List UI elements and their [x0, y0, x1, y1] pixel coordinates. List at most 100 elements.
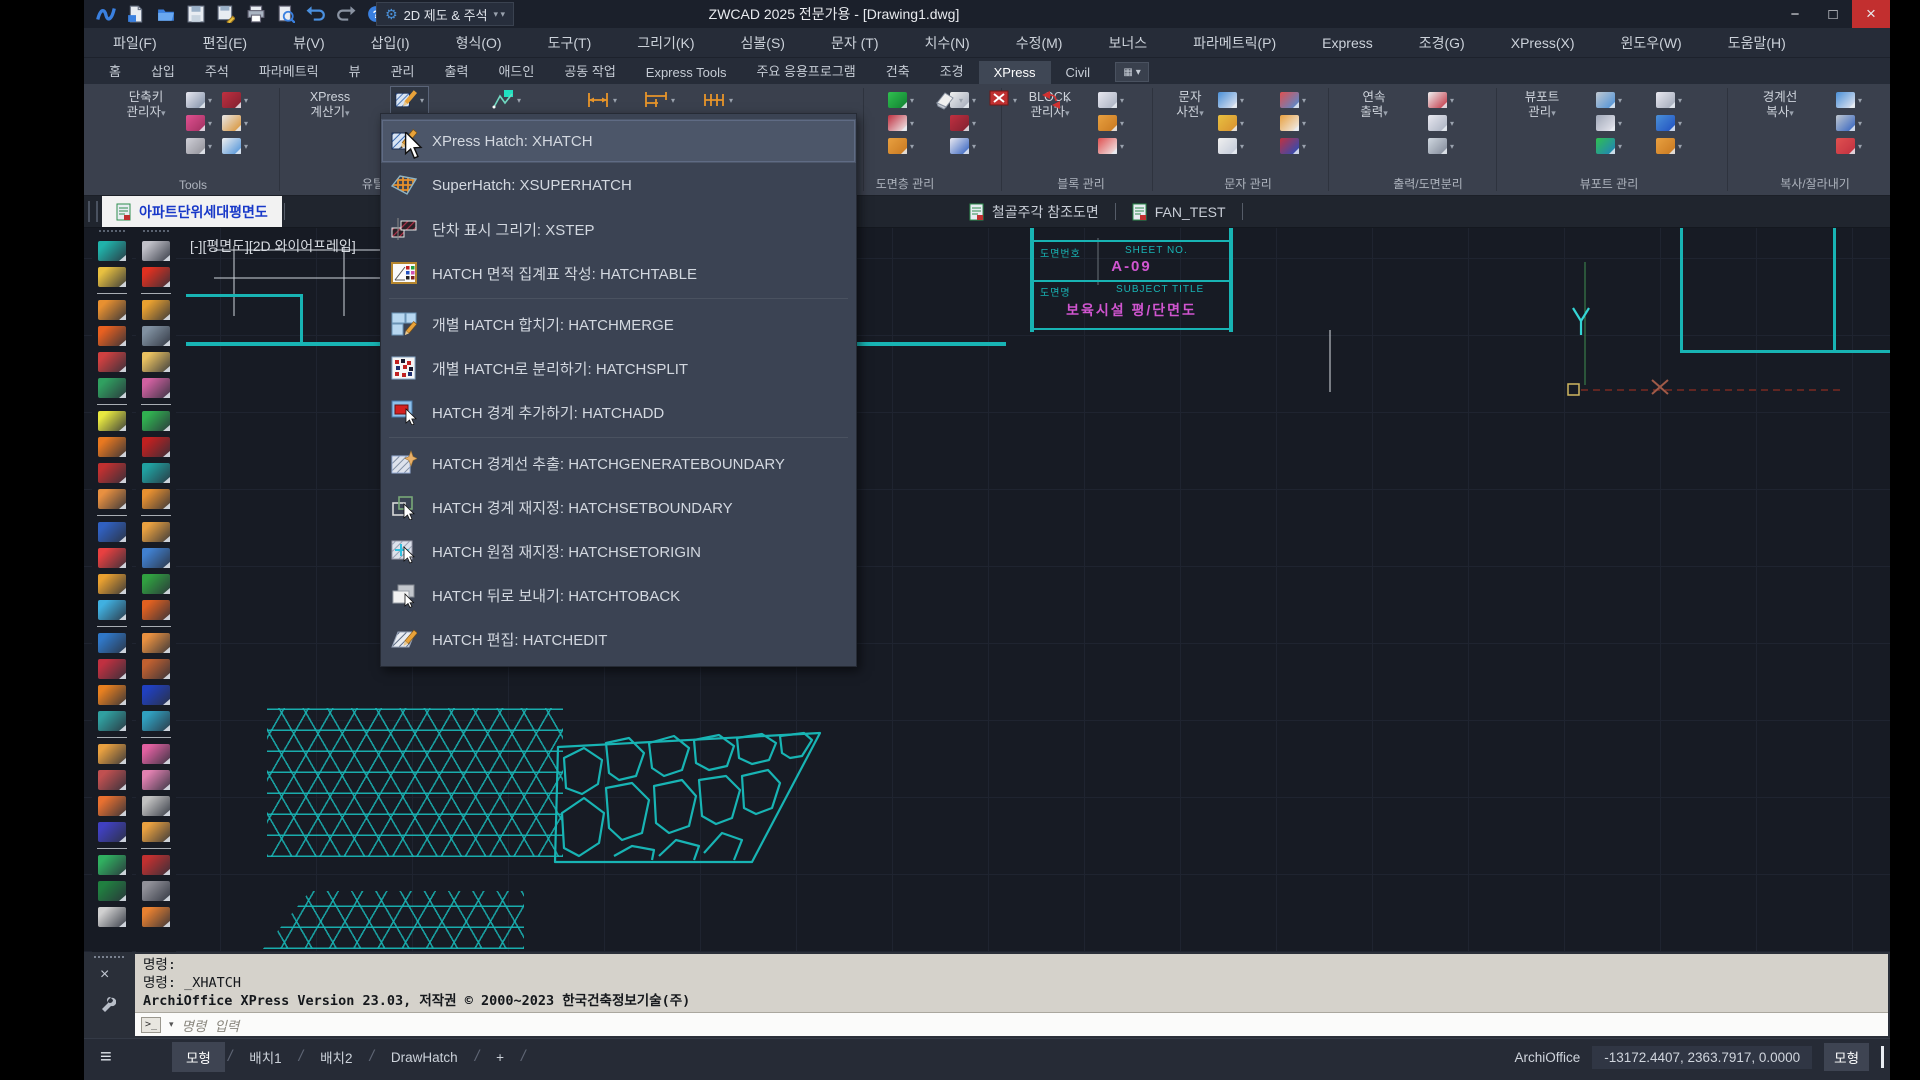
menu-뷰(V)[interactable]: 뷰(V)	[270, 28, 348, 58]
doc-tab[interactable]: 아파트단위세대평면도	[102, 196, 282, 227]
tool-icon[interactable]	[142, 744, 170, 764]
hotkey-manager-button[interactable]: 단축키 관리자▾	[108, 88, 184, 121]
ribbon-tool-button[interactable]: ▾	[888, 92, 914, 108]
ribbon-tab-공동 작업[interactable]: 공동 작업	[549, 57, 630, 84]
ribbon-tool-button[interactable]: ▾	[1098, 115, 1124, 131]
ribbon-tool-button[interactable]: ▾	[222, 138, 248, 154]
dim-linear-button[interactable]: ▾	[582, 86, 621, 114]
continuous-print-button[interactable]: 연속 출력▾	[1336, 88, 1412, 121]
ribbon-tool-button[interactable]: ▾	[1098, 138, 1124, 154]
tool-icon[interactable]	[142, 796, 170, 816]
dim-baseline-button[interactable]: ▾	[640, 86, 679, 114]
text-dictionary-button[interactable]: 문자 사전▾	[1152, 88, 1228, 121]
ribbon-tab-뷰[interactable]: 뷰	[334, 57, 376, 84]
print-icon[interactable]	[244, 2, 268, 26]
redo-icon[interactable]	[334, 2, 358, 26]
zwcad-logo[interactable]	[94, 2, 118, 26]
menu-문자 (T)[interactable]: 문자 (T)	[808, 28, 902, 58]
tool-icon[interactable]	[98, 548, 126, 568]
ribbon-tool-button[interactable]: ▾	[1218, 115, 1244, 131]
wrench-icon[interactable]	[98, 994, 116, 1012]
tool-icon[interactable]	[142, 855, 170, 875]
menu-윈도우(W)[interactable]: 윈도우(W)	[1598, 28, 1705, 58]
drawing-area[interactable]: [-][평면도][2D 와이어프레임] 도면번호 SHEET NO. A-09 …	[84, 228, 1890, 952]
menu-삽입(I)[interactable]: 삽입(I)	[348, 28, 433, 58]
tool-icon[interactable]	[98, 411, 126, 431]
tool-icon[interactable]	[98, 633, 126, 653]
tool-icon[interactable]	[142, 437, 170, 457]
tool-icon[interactable]	[142, 522, 170, 542]
ribbon-tool-button[interactable]: ▾	[1280, 115, 1306, 131]
tool-icon[interactable]	[98, 711, 126, 731]
ribbon-tool-button[interactable]: ▾	[1280, 92, 1306, 108]
ribbon-tool-button[interactable]: ▾	[222, 92, 248, 108]
menu-XPress(X)[interactable]: XPress(X)	[1488, 28, 1598, 58]
ribbon-tool-button[interactable]: ▾	[1428, 92, 1454, 108]
maximize-button[interactable]: □	[1814, 0, 1852, 28]
tool-icon[interactable]	[98, 489, 126, 509]
layout-tab-배치1[interactable]: 배치1	[235, 1042, 295, 1072]
menu-수정(M)[interactable]: 수정(M)	[993, 28, 1086, 58]
ribbon-tool-button[interactable]: ▾	[186, 115, 212, 131]
ribbon-tool-button[interactable]: ▾	[222, 115, 248, 131]
ribbon-tool-button[interactable]: ▾	[1596, 138, 1622, 154]
menu-심볼(S)[interactable]: 심볼(S)	[718, 28, 808, 58]
drag-handle-icon[interactable]	[94, 956, 124, 962]
ribbon-tab-관리[interactable]: 관리	[376, 57, 430, 84]
close-button[interactable]: ×	[1852, 0, 1890, 28]
ribbon-tool-button[interactable]: ▾	[1218, 92, 1244, 108]
tool-icon[interactable]	[142, 633, 170, 653]
ribbon-tool-button[interactable]: ▾	[1656, 138, 1682, 154]
ribbon-tab-Express Tools[interactable]: Express Tools	[631, 61, 742, 84]
ribbon-tool-button[interactable]: ▾	[1836, 138, 1862, 154]
ribbon-tool-button[interactable]: ▾	[1098, 92, 1124, 108]
tool-icon[interactable]	[98, 796, 126, 816]
ribbon-tool-button[interactable]: ▾	[186, 92, 212, 108]
tool-icon[interactable]	[98, 659, 126, 679]
save-as-icon[interactable]	[214, 2, 238, 26]
tool-icon[interactable]	[142, 267, 170, 287]
ribbon-tool-button[interactable]: ▾	[1596, 115, 1622, 131]
ribbon-tab-Civil[interactable]: Civil	[1051, 61, 1106, 84]
ribbon-options-button[interactable]: ▦▾	[1115, 62, 1149, 82]
menu-Express[interactable]: Express	[1299, 28, 1396, 58]
ribbon-tool-button[interactable]: ▾	[1428, 138, 1454, 154]
menu-item[interactable]: HATCH 뒤로 보내기: HATCHTOBACK	[381, 573, 856, 617]
tool-icon[interactable]	[142, 574, 170, 594]
tool-icon[interactable]	[142, 326, 170, 346]
tool-icon[interactable]	[98, 744, 126, 764]
red-arrows-button[interactable]: ▾	[1036, 86, 1073, 114]
workspace-selector[interactable]: ⚙ 2D 제도 & 주석 ▾ ▾	[376, 2, 514, 26]
tool-icon[interactable]	[142, 352, 170, 372]
tool-icon[interactable]	[98, 267, 126, 287]
tool-icon[interactable]	[142, 685, 170, 705]
tab-grip[interactable]	[88, 201, 98, 222]
ribbon-tool-button[interactable]: ▾	[1596, 92, 1622, 108]
tool-icon[interactable]	[142, 241, 170, 261]
layout-tab-모형[interactable]: 모형	[172, 1042, 225, 1072]
tool-icon[interactable]	[98, 522, 126, 542]
tool-icon[interactable]	[142, 770, 170, 790]
menu-도움말(H)[interactable]: 도움말(H)	[1705, 28, 1809, 58]
menu-item[interactable]: 개별 HATCH로 분리하기: HATCHSPLIT	[381, 346, 856, 390]
layout-tab-+[interactable]: +	[482, 1045, 518, 1070]
ribbon-tool-button[interactable]: ▾	[1428, 115, 1454, 131]
red-x-button[interactable]: ▾	[984, 86, 1021, 114]
menu-item[interactable]: XPress Hatch: XHATCH	[381, 119, 856, 163]
layout-tab-DrawHatch[interactable]: DrawHatch	[377, 1045, 472, 1070]
command-history[interactable]: 명령:명령: _XHATCHArchiOffice XPress Version…	[135, 954, 1888, 1012]
dim-continue-button[interactable]: ▾	[698, 86, 737, 114]
tool-icon[interactable]	[98, 770, 126, 790]
ribbon-tool-button[interactable]: ▾	[1836, 115, 1862, 131]
menu-item[interactable]: HATCH 원점 재지정: HATCHSETORIGIN	[381, 529, 856, 573]
tool-icon[interactable]	[98, 574, 126, 594]
tool-icon[interactable]	[142, 600, 170, 620]
menu-치수(N)[interactable]: 치수(N)	[902, 28, 993, 58]
mode-button[interactable]: 모형	[1824, 1043, 1869, 1071]
tool-icon[interactable]	[98, 685, 126, 705]
doc-tab[interactable]: 철골주각 참조도면	[955, 196, 1113, 227]
tool-icon[interactable]	[142, 822, 170, 842]
menu-item[interactable]: 개별 HATCH 합치기: HATCHMERGE	[381, 302, 856, 346]
tool-icon[interactable]	[98, 326, 126, 346]
new-doc-icon[interactable]	[124, 2, 148, 26]
